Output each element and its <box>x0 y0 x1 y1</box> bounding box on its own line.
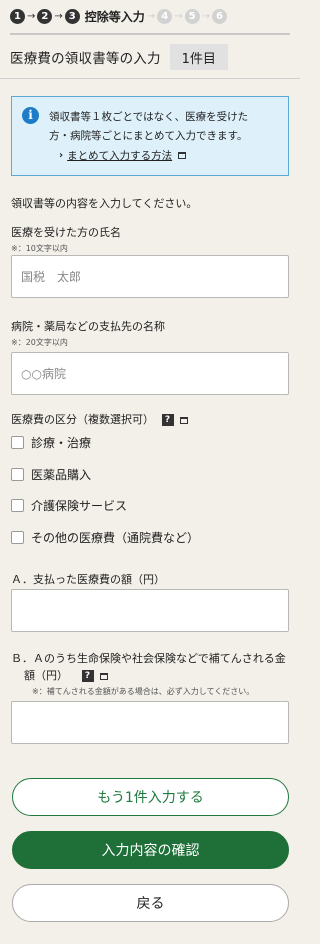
step-arrow-icon: → <box>201 10 210 22</box>
reimbursed-hint: ※：補てんされる金額がある場合は、必ず入力してください。 <box>32 687 255 696</box>
patient-name-label: 医療を受けた方の氏名 <box>11 226 121 239</box>
category-label-row: 医療費の区分（複数選択可） ? <box>11 411 188 427</box>
info-text-line2: 方・病院等ごとにまとめて入力できます。 <box>49 130 248 142</box>
payee-name-label: 病院・薬局などの支払先の名称 <box>11 320 165 333</box>
help-icon[interactable]: ? <box>161 414 174 426</box>
step-5-icon: 5 <box>184 8 200 24</box>
info-icon: i <box>22 107 39 124</box>
patient-name-hint: ※：10文字以内 <box>11 244 68 253</box>
how-to-combine-link[interactable]: › まとめて入力する方法 <box>59 148 187 163</box>
step-3-icon: 3 <box>64 8 80 24</box>
back-button[interactable]: 戻る <box>12 884 289 922</box>
page-header: 医療費の領収書等の入力 1件目 <box>0 36 300 78</box>
checkbox-label: 医薬品購入 <box>31 467 92 482</box>
reimbursed-label-line2: 額（円） <box>24 669 68 682</box>
link-label: まとめて入力する方法 <box>67 150 173 162</box>
step-1-icon: 1 <box>10 8 25 24</box>
checkbox[interactable] <box>11 467 24 481</box>
info-box: i 領収書等１枚ごとではなく、医療を受けた 方・病院等ごとにまとめて入力できます… <box>11 96 289 176</box>
category-label: 医療費の区分（複数選択可） <box>11 413 154 426</box>
add-another-button[interactable]: もう1件入力する <box>12 778 289 816</box>
checkbox-label: 介護保険サービス <box>31 498 128 513</box>
step-2-icon: 2 <box>37 8 53 24</box>
step-arrow-icon: → <box>27 10 36 22</box>
form-intro: 領収書等の内容を入力してください。 <box>11 197 198 210</box>
checkbox[interactable] <box>11 530 24 544</box>
new-window-icon[interactable] <box>100 672 108 680</box>
amount-paid-label: Ａ．支払った医療費の額（円） <box>11 573 165 586</box>
category-option-medicine[interactable]: 医薬品購入 <box>11 466 91 482</box>
new-window-icon <box>178 152 187 159</box>
category-option-other[interactable]: その他の医療費（通院費など） <box>11 529 199 545</box>
step-6-icon: 6 <box>211 8 227 24</box>
info-text-line1: 領収書等１枚ごとではなく、医療を受けた <box>49 111 249 123</box>
checkbox[interactable] <box>11 498 24 512</box>
step-arrow-icon: → <box>174 10 183 22</box>
confirm-button[interactable]: 入力内容の確認 <box>12 831 289 869</box>
amount-paid-input[interactable] <box>11 589 289 632</box>
reimbursed-amount-input[interactable] <box>11 701 289 744</box>
category-option-care-service[interactable]: 介護保険サービス <box>11 497 127 513</box>
reimbursed-label-row2: 額（円） ? <box>24 667 108 683</box>
step-arrow-icon: → <box>54 10 63 22</box>
title-divider <box>0 78 300 79</box>
current-step-label: 控除等入力 <box>84 9 145 24</box>
checkbox-label: その他の医療費（通院費など） <box>31 530 200 545</box>
reimbursed-label-line1: Ｂ．Ａのうち生命保険や社会保険などで補てんされる金 <box>11 652 286 665</box>
chevron-right-icon: › <box>59 150 64 161</box>
step-4-icon: 4 <box>157 8 173 24</box>
page-title: 医療費の領収書等の入力 <box>10 51 161 67</box>
payee-name-hint: ※：20文字以内 <box>11 338 68 347</box>
step-divider <box>10 33 290 35</box>
new-window-icon[interactable] <box>180 416 188 424</box>
payee-name-input[interactable] <box>11 352 289 395</box>
entry-count-badge: 1件目 <box>169 44 228 70</box>
help-icon[interactable]: ? <box>81 670 94 682</box>
step-indicator: 1 → 2 → 3 控除等入力 → 4 → 5 → 6 <box>10 6 227 26</box>
checkbox[interactable] <box>11 435 24 449</box>
patient-name-input[interactable] <box>11 255 289 298</box>
category-option-treatment[interactable]: 診療・治療 <box>11 434 91 450</box>
checkbox-label: 診療・治療 <box>31 435 92 450</box>
step-arrow-icon: → <box>146 10 156 22</box>
